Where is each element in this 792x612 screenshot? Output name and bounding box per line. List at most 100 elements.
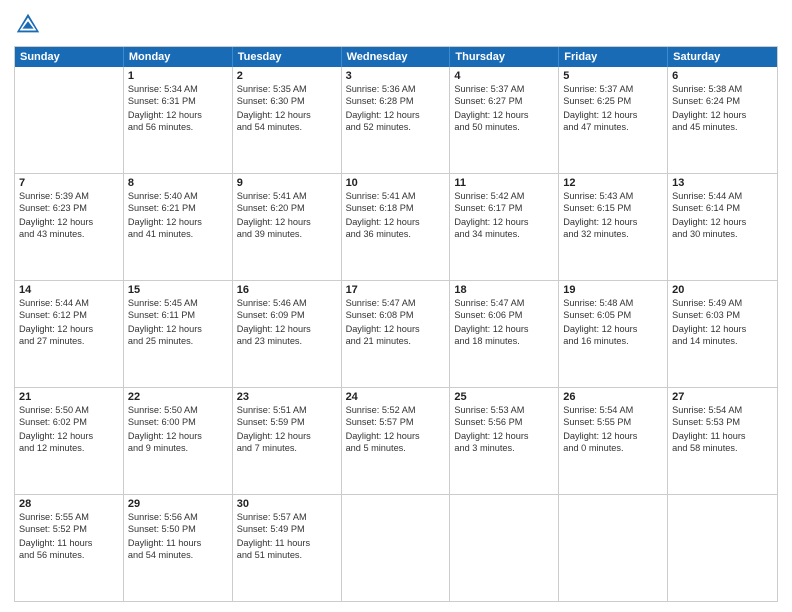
sunrise-text: Sunrise: 5:47 AM xyxy=(454,297,554,309)
daylight-minutes: and 18 minutes. xyxy=(454,335,554,347)
sunrise-text: Sunrise: 5:55 AM xyxy=(19,511,119,523)
sunset-text: Sunset: 6:23 PM xyxy=(19,202,119,214)
daylight-text: Daylight: 12 hours xyxy=(346,323,446,335)
sunrise-text: Sunrise: 5:36 AM xyxy=(346,83,446,95)
calendar-body: 1Sunrise: 5:34 AMSunset: 6:31 PMDaylight… xyxy=(15,67,777,601)
sunrise-text: Sunrise: 5:37 AM xyxy=(563,83,663,95)
calendar-cell: 18Sunrise: 5:47 AMSunset: 6:06 PMDayligh… xyxy=(450,281,559,387)
daylight-text: Daylight: 12 hours xyxy=(128,323,228,335)
header-sunday: Sunday xyxy=(15,47,124,67)
sunrise-text: Sunrise: 5:44 AM xyxy=(672,190,773,202)
sunset-text: Sunset: 6:21 PM xyxy=(128,202,228,214)
day-number: 20 xyxy=(672,284,773,296)
calendar-cell: 29Sunrise: 5:56 AMSunset: 5:50 PMDayligh… xyxy=(124,495,233,601)
sunrise-text: Sunrise: 5:34 AM xyxy=(128,83,228,95)
sunset-text: Sunset: 5:52 PM xyxy=(19,523,119,535)
daylight-minutes: and 52 minutes. xyxy=(346,121,446,133)
calendar-cell: 26Sunrise: 5:54 AMSunset: 5:55 PMDayligh… xyxy=(559,388,668,494)
daylight-minutes: and 50 minutes. xyxy=(454,121,554,133)
daylight-minutes: and 16 minutes. xyxy=(563,335,663,347)
sunset-text: Sunset: 6:09 PM xyxy=(237,309,337,321)
daylight-text: Daylight: 11 hours xyxy=(237,537,337,549)
daylight-minutes: and 23 minutes. xyxy=(237,335,337,347)
day-number: 19 xyxy=(563,284,663,296)
sunset-text: Sunset: 6:11 PM xyxy=(128,309,228,321)
sunset-text: Sunset: 6:08 PM xyxy=(346,309,446,321)
daylight-minutes: and 45 minutes. xyxy=(672,121,773,133)
calendar-cell: 30Sunrise: 5:57 AMSunset: 5:49 PMDayligh… xyxy=(233,495,342,601)
sunrise-text: Sunrise: 5:47 AM xyxy=(346,297,446,309)
sunrise-text: Sunrise: 5:41 AM xyxy=(346,190,446,202)
daylight-text: Daylight: 12 hours xyxy=(346,430,446,442)
daylight-minutes: and 3 minutes. xyxy=(454,442,554,454)
calendar-cell: 28Sunrise: 5:55 AMSunset: 5:52 PMDayligh… xyxy=(15,495,124,601)
calendar-cell xyxy=(342,495,451,601)
daylight-minutes: and 12 minutes. xyxy=(19,442,119,454)
calendar-cell: 3Sunrise: 5:36 AMSunset: 6:28 PMDaylight… xyxy=(342,67,451,173)
header-tuesday: Tuesday xyxy=(233,47,342,67)
daylight-text: Daylight: 12 hours xyxy=(454,323,554,335)
calendar-cell xyxy=(559,495,668,601)
daylight-minutes: and 54 minutes. xyxy=(237,121,337,133)
calendar-cell: 8Sunrise: 5:40 AMSunset: 6:21 PMDaylight… xyxy=(124,174,233,280)
sunrise-text: Sunrise: 5:38 AM xyxy=(672,83,773,95)
daylight-text: Daylight: 12 hours xyxy=(563,109,663,121)
calendar-cell: 12Sunrise: 5:43 AMSunset: 6:15 PMDayligh… xyxy=(559,174,668,280)
daylight-text: Daylight: 12 hours xyxy=(346,109,446,121)
day-number: 21 xyxy=(19,391,119,403)
daylight-minutes: and 39 minutes. xyxy=(237,228,337,240)
daylight-minutes: and 30 minutes. xyxy=(672,228,773,240)
daylight-text: Daylight: 11 hours xyxy=(128,537,228,549)
daylight-text: Daylight: 12 hours xyxy=(237,430,337,442)
daylight-text: Daylight: 12 hours xyxy=(563,430,663,442)
sunrise-text: Sunrise: 5:48 AM xyxy=(563,297,663,309)
daylight-text: Daylight: 12 hours xyxy=(672,216,773,228)
calendar-cell: 1Sunrise: 5:34 AMSunset: 6:31 PMDaylight… xyxy=(124,67,233,173)
day-number: 15 xyxy=(128,284,228,296)
sunset-text: Sunset: 6:31 PM xyxy=(128,95,228,107)
header-friday: Friday xyxy=(559,47,668,67)
daylight-minutes: and 43 minutes. xyxy=(19,228,119,240)
day-number: 10 xyxy=(346,177,446,189)
daylight-text: Daylight: 12 hours xyxy=(237,323,337,335)
calendar-cell: 23Sunrise: 5:51 AMSunset: 5:59 PMDayligh… xyxy=(233,388,342,494)
calendar-cell: 7Sunrise: 5:39 AMSunset: 6:23 PMDaylight… xyxy=(15,174,124,280)
daylight-text: Daylight: 12 hours xyxy=(563,323,663,335)
header-wednesday: Wednesday xyxy=(342,47,451,67)
day-number: 5 xyxy=(563,70,663,82)
sunset-text: Sunset: 6:27 PM xyxy=(454,95,554,107)
calendar-cell: 4Sunrise: 5:37 AMSunset: 6:27 PMDaylight… xyxy=(450,67,559,173)
sunset-text: Sunset: 5:50 PM xyxy=(128,523,228,535)
calendar-cell xyxy=(450,495,559,601)
calendar-cell: 27Sunrise: 5:54 AMSunset: 5:53 PMDayligh… xyxy=(668,388,777,494)
sunrise-text: Sunrise: 5:50 AM xyxy=(19,404,119,416)
sunrise-text: Sunrise: 5:54 AM xyxy=(563,404,663,416)
sunrise-text: Sunrise: 5:46 AM xyxy=(237,297,337,309)
day-number: 7 xyxy=(19,177,119,189)
calendar-header: SundayMondayTuesdayWednesdayThursdayFrid… xyxy=(15,47,777,67)
sunset-text: Sunset: 6:02 PM xyxy=(19,416,119,428)
daylight-text: Daylight: 12 hours xyxy=(454,430,554,442)
day-number: 6 xyxy=(672,70,773,82)
daylight-text: Daylight: 12 hours xyxy=(19,323,119,335)
day-number: 25 xyxy=(454,391,554,403)
sunset-text: Sunset: 5:59 PM xyxy=(237,416,337,428)
day-number: 9 xyxy=(237,177,337,189)
sunset-text: Sunset: 6:24 PM xyxy=(672,95,773,107)
daylight-minutes: and 14 minutes. xyxy=(672,335,773,347)
daylight-text: Daylight: 12 hours xyxy=(563,216,663,228)
header-saturday: Saturday xyxy=(668,47,777,67)
daylight-text: Daylight: 12 hours xyxy=(19,430,119,442)
daylight-text: Daylight: 11 hours xyxy=(19,537,119,549)
sunset-text: Sunset: 6:05 PM xyxy=(563,309,663,321)
calendar-cell: 16Sunrise: 5:46 AMSunset: 6:09 PMDayligh… xyxy=(233,281,342,387)
sunrise-text: Sunrise: 5:53 AM xyxy=(454,404,554,416)
day-number: 14 xyxy=(19,284,119,296)
calendar-row-5: 28Sunrise: 5:55 AMSunset: 5:52 PMDayligh… xyxy=(15,495,777,601)
daylight-minutes: and 5 minutes. xyxy=(346,442,446,454)
day-number: 12 xyxy=(563,177,663,189)
day-number: 13 xyxy=(672,177,773,189)
calendar-cell xyxy=(15,67,124,173)
header-thursday: Thursday xyxy=(450,47,559,67)
day-number: 8 xyxy=(128,177,228,189)
